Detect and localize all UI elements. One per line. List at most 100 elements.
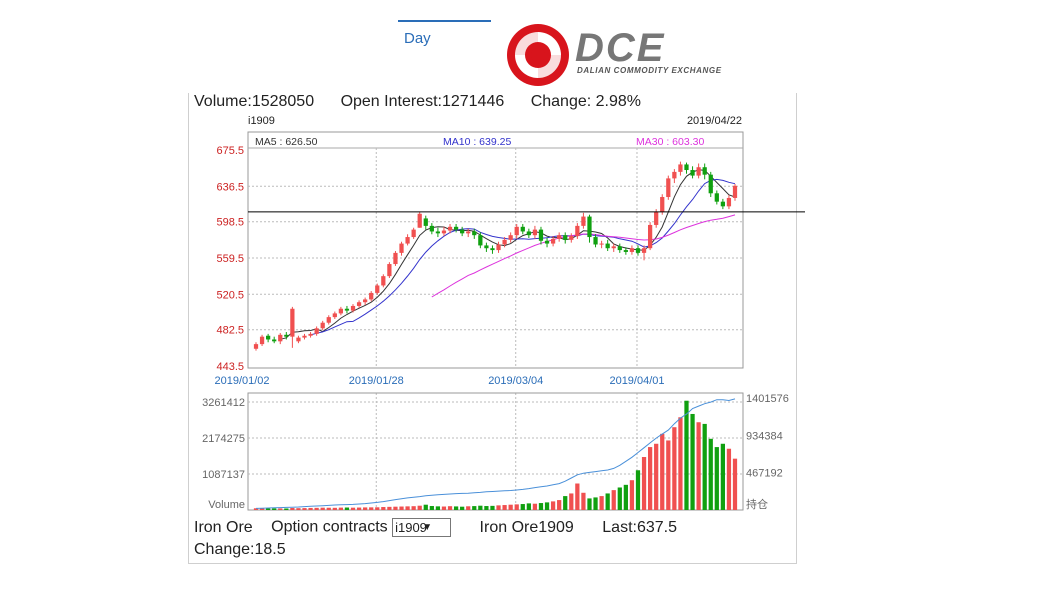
candle-body [708,174,713,194]
volume-bar [611,490,616,510]
candle-body [617,246,622,251]
volume-bar [678,417,683,510]
candle-body [563,235,568,240]
volume-bar [532,503,538,510]
volume-bar [684,400,689,510]
candle-body [387,264,392,277]
candle-body [320,322,325,329]
candle-body [429,225,434,232]
volume-bar [605,493,610,510]
volume-bar [647,447,653,510]
candle-body [641,248,647,253]
volume-bar [720,443,725,510]
volume-bar [460,506,465,510]
volume-bar [344,507,350,510]
volume-bar [399,506,404,510]
candle-body [520,226,525,232]
candle-body [581,216,586,226]
candle-body [557,235,562,239]
volume-bar [575,483,580,510]
candle-body [472,231,477,236]
volume-bar [296,508,301,510]
candle-body [508,235,513,240]
volume-bar [356,507,362,510]
volume-bar [617,487,622,510]
volume-bar [563,496,568,510]
candle-body [478,235,483,246]
candle-body [538,229,544,241]
candle-body [290,308,295,337]
volume-bar [338,507,344,510]
volume-bar [508,504,513,510]
candle-body [466,231,471,234]
candle-body [526,231,531,236]
candle-body [678,164,683,172]
volume-bar [490,505,495,510]
candle-body [417,213,422,228]
volume-bar [672,427,677,510]
volume-bar [660,433,665,510]
candle-body [484,245,489,249]
volume-bar [478,505,483,510]
kline-chart[interactable]: 675.5 636.5 598.5 559.5 520.5 482.5 443.5 2019/… [0,0,1060,595]
volume-bar [629,480,635,510]
candle-body [690,170,695,176]
candle-body [399,243,404,253]
candle-body [647,224,653,249]
candle-body [460,229,465,234]
candle-body [666,178,671,198]
candle-body [435,231,441,234]
candle-body [332,313,337,318]
candle-body [502,239,507,245]
volume-bar [550,501,556,510]
candle-body [714,193,719,202]
ma30-label: MA30 : 603.30 [636,136,704,148]
candle-body [599,243,604,245]
last-price: Last:637.5 [602,518,678,536]
candle-body [696,167,701,176]
candle-body [363,299,368,303]
candle-body [635,248,641,253]
oi-tick-label: 467192 [746,468,783,480]
volume-bar [326,507,331,510]
volume-bar [714,447,719,510]
volume-bar [593,497,598,510]
volume-bar [696,422,701,510]
volume-tick-label: 3261412 [202,397,245,409]
price-panel-frame [247,131,744,369]
candle-body [441,230,447,234]
volume-bar [441,506,447,510]
volume-bar [635,470,641,510]
volume-bar [290,508,295,510]
volume-bar [666,440,671,510]
volume-bar [514,504,519,510]
candle-body [587,216,592,238]
candle-body [720,201,725,207]
volume-bar [363,507,368,510]
ma5-label: MA5 : 626.50 [255,136,318,148]
candle-body [405,237,410,244]
candle-body [369,292,374,300]
contract-select[interactable]: i1909 ▼ [392,518,452,537]
date-tick-label: 2019/01/28 [349,375,404,387]
candle-body [338,308,344,314]
candle-body [569,236,574,240]
candle-body [514,226,519,236]
candle-body [593,237,598,245]
candle-body [393,252,398,265]
price-tick-label: 675.5 [216,145,244,157]
oi-tick-label: 1401576 [746,393,789,405]
ma10-label: MA10 : 639.25 [443,136,511,148]
price-tick-label: 598.5 [216,217,244,229]
volume-bar [654,443,659,510]
chart-date-label: 2019/04/22 [687,115,742,127]
candle-body [496,244,501,251]
volume-bar [405,506,410,510]
volume-axis-label: Volume [208,499,245,511]
dropdown-arrow-icon: ▼ [422,522,433,533]
candle-body [660,197,665,212]
volume-bar [623,484,628,510]
candle-body [550,238,556,244]
candle-body [453,226,459,230]
candle-body [253,344,259,349]
